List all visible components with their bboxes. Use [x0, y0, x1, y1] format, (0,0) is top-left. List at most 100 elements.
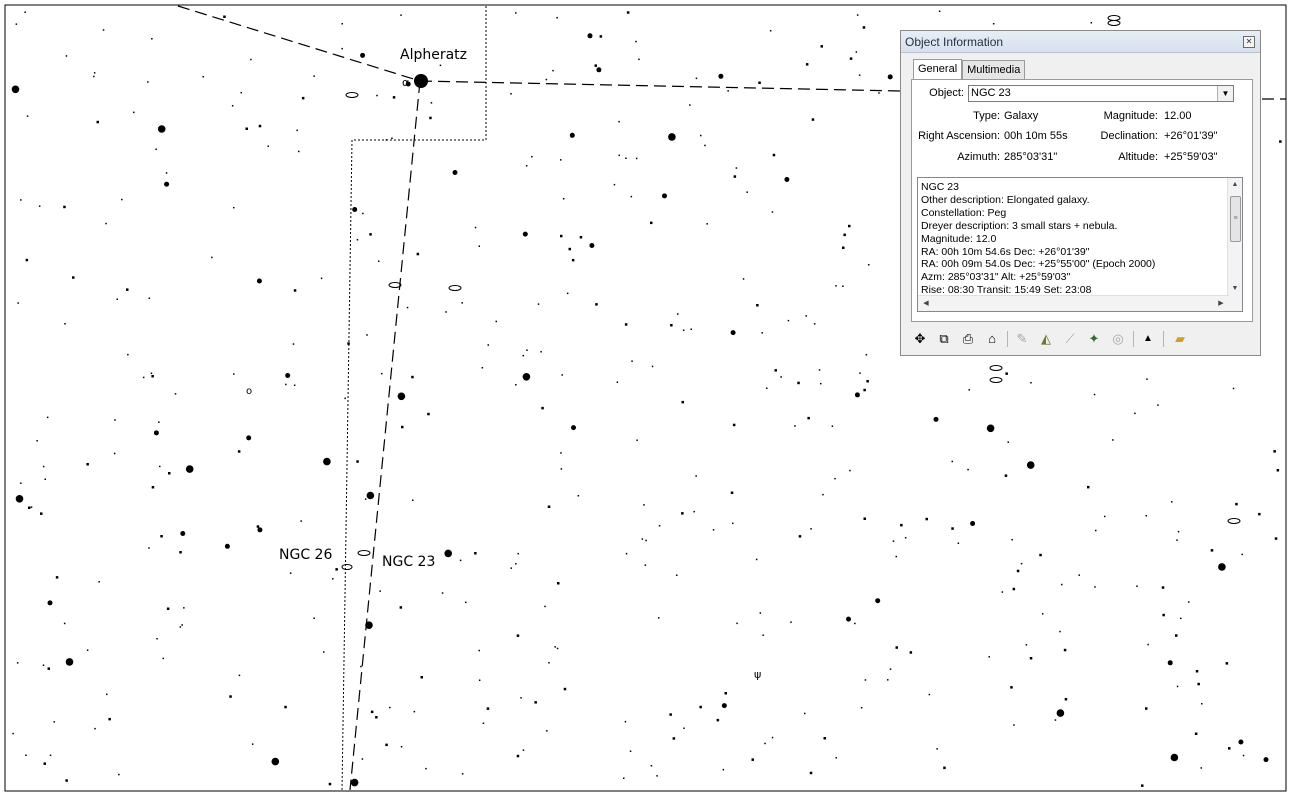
star: [148, 297, 151, 299]
close-icon[interactable]: ✕: [1243, 36, 1255, 48]
center-icon[interactable]: ✥: [911, 330, 929, 348]
star: [1157, 404, 1159, 406]
chevron-down-icon[interactable]: ▼: [1217, 86, 1233, 101]
star: [631, 360, 633, 362]
star: [510, 93, 512, 95]
object-information-dialog[interactable]: Object Information ✕ General Multimedia O…: [900, 30, 1261, 356]
tab-multimedia[interactable]: Multimedia: [962, 60, 1026, 80]
star: [1039, 553, 1042, 557]
description-textbox[interactable]: NGC 23 Other description: Elongated gala…: [917, 177, 1243, 312]
star: [106, 693, 108, 696]
object-select[interactable]: NGC 23 ▼: [968, 85, 1234, 102]
star: [15, 495, 24, 503]
star: [49, 754, 52, 757]
star: [1235, 502, 1238, 506]
galaxy-icon[interactable]: ◎: [1109, 330, 1127, 348]
star: [1263, 757, 1269, 763]
declination-value: +26°01'39": [1164, 130, 1218, 142]
star: [20, 482, 22, 484]
star: [1146, 378, 1148, 380]
star: [160, 535, 163, 538]
star: [229, 695, 232, 698]
star: [64, 323, 66, 325]
scroll-thumb[interactable]: ≡: [1230, 196, 1241, 242]
scroll-left-icon[interactable]: ◀: [920, 296, 932, 311]
star: [126, 288, 129, 291]
scroll-down-icon[interactable]: ▼: [1228, 283, 1242, 295]
star: [629, 750, 632, 752]
object-select-value: NGC 23: [971, 87, 1011, 99]
description-line: Constellation: Peg: [921, 206, 1007, 219]
star: [636, 439, 638, 441]
star: [1200, 767, 1202, 769]
copy-icon[interactable]: ⧉: [935, 330, 953, 348]
star: [1005, 372, 1008, 375]
star: [158, 421, 160, 423]
star: [1274, 537, 1278, 540]
star: [381, 372, 383, 375]
star: [1025, 644, 1028, 646]
star: [520, 697, 522, 699]
star: [784, 177, 790, 182]
star: [554, 646, 556, 648]
star: [1194, 732, 1198, 735]
star: [323, 457, 331, 466]
star: [335, 568, 338, 571]
greek-letter-psi: ψ: [754, 668, 761, 681]
star: [151, 486, 155, 489]
scroll-up-icon[interactable]: ▲: [1228, 179, 1242, 191]
star: [641, 538, 644, 540]
star: [875, 598, 881, 604]
star: [756, 304, 759, 307]
star: [63, 205, 66, 209]
star: [547, 505, 551, 508]
star: [683, 727, 685, 729]
star: [864, 679, 867, 681]
star: [557, 582, 560, 585]
pencil-icon[interactable]: ✎: [1013, 330, 1031, 348]
star: [835, 757, 837, 759]
star: [63, 622, 66, 625]
star: [1026, 461, 1035, 469]
vertical-scrollbar[interactable]: ▲ ≡ ▼: [1227, 178, 1242, 296]
chart-icon[interactable]: ◭: [1037, 330, 1055, 348]
star: [589, 243, 595, 248]
star: [1177, 530, 1180, 533]
print-icon[interactable]: ⎙: [959, 330, 977, 348]
azimuth-label: Azimuth:: [957, 151, 1000, 163]
star: [180, 531, 186, 536]
star: [1161, 586, 1165, 589]
star: [47, 667, 50, 670]
tab-general[interactable]: General: [913, 59, 963, 81]
star: [925, 517, 928, 521]
star: [233, 373, 235, 375]
star: [93, 75, 95, 78]
star: [1218, 563, 1226, 571]
star: [42, 465, 45, 468]
star: [522, 354, 524, 357]
folder-icon[interactable]: ▰: [1171, 330, 1189, 348]
star: [1145, 515, 1147, 517]
telescope-icon[interactable]: ⟋: [1061, 330, 1079, 348]
star: [755, 558, 758, 561]
scroll-right-icon[interactable]: ▶: [1215, 296, 1227, 311]
star: [595, 303, 598, 306]
star: [148, 547, 150, 549]
star: [256, 278, 262, 284]
star: [568, 247, 571, 251]
dialog-titlebar[interactable]: Object Information ✕: [901, 31, 1260, 53]
star: [400, 746, 403, 748]
satellite-icon[interactable]: ✦: [1085, 330, 1103, 348]
star: [352, 207, 358, 212]
horizontal-scrollbar[interactable]: ◀ ▶: [918, 295, 1229, 311]
book-icon[interactable]: ⌂: [983, 330, 1001, 348]
star: [704, 144, 706, 147]
star-alpheratz[interactable]: [414, 74, 428, 88]
star: [1176, 539, 1178, 541]
star: [1090, 22, 1093, 24]
star: [794, 425, 796, 427]
star: [804, 712, 806, 715]
star: [251, 743, 254, 745]
star: [818, 369, 821, 371]
up-icon[interactable]: ▲: [1139, 330, 1157, 348]
